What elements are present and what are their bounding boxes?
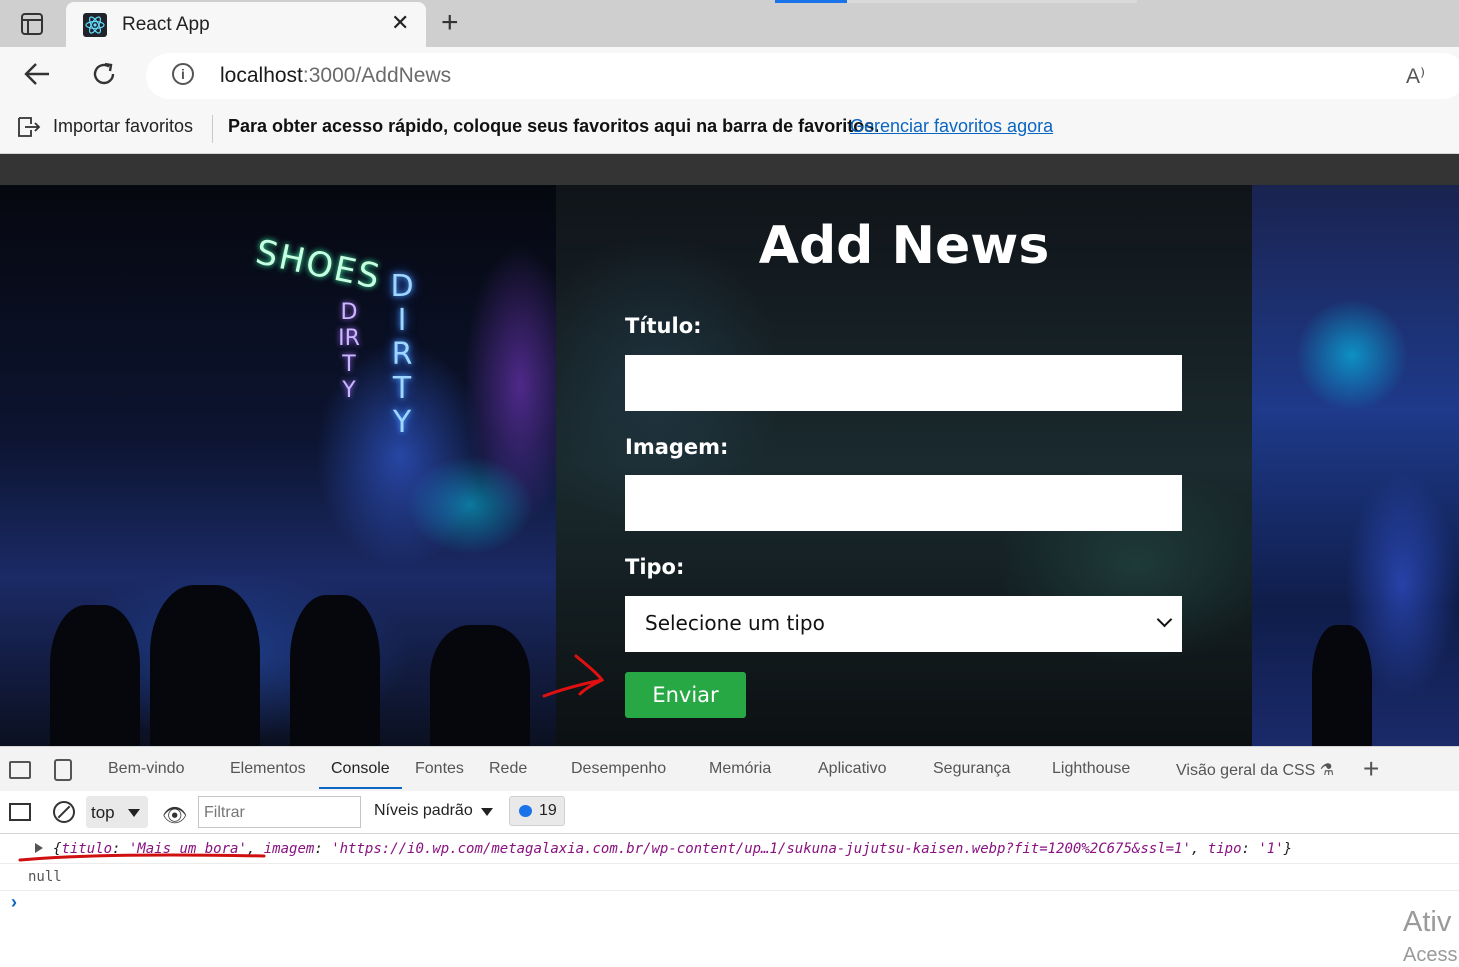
console-filter-input[interactable]: Filtrar [198,796,361,828]
tab-rede[interactable]: Rede [489,760,527,778]
tab-console[interactable]: Console [331,760,390,778]
neon-sign-dirty-secondary: DIRTY [338,300,360,403]
silhouette [150,585,260,746]
tab-desempenho[interactable]: Desempenho [571,760,666,778]
silhouette [50,605,140,746]
device-emulation-icon[interactable] [54,759,72,781]
tipo-select-value: Selecione um tipo [645,611,825,635]
context-selector[interactable]: top [86,796,148,828]
neon-sign-dirty: DIRTY [390,269,414,440]
background-image-left: SHOES DIRTY DIRTY [0,185,556,746]
log-value: 'https://i0.wp.com/metagalaxia.com.br/wp… [331,841,1191,857]
imagem-label: Imagem: [625,435,729,459]
page-header-bar [0,154,1459,185]
tab-elementos[interactable]: Elementos [230,760,306,778]
titulo-label: Título: [625,314,702,338]
live-expression-eye-icon[interactable]: 👁 [162,803,187,828]
site-info-icon[interactable]: i [172,63,194,85]
browser-tab[interactable]: React App ✕ [66,2,426,47]
tab-bem-vindo[interactable]: Bem-vindo [108,760,184,778]
silhouette [1312,625,1372,746]
inspect-element-icon[interactable] [9,761,31,779]
silhouette [430,625,530,746]
console-sidebar-icon[interactable] [9,803,31,821]
log-null-value: null [28,869,62,885]
tipo-label: Tipo: [625,555,685,579]
log-levels-dropdown[interactable]: Níveis padrão [374,802,473,820]
page-viewport: SHOES DIRTY DIRTY Add News Título: Image… [0,154,1459,746]
close-tab-icon[interactable]: ✕ [391,10,409,36]
tab-title: React App [122,14,210,35]
address-bar[interactable]: i localhost:3000/AddNews A⁾ [146,53,1459,99]
activation-watermark-sub: Acess [1403,944,1458,966]
loading-indicator [775,0,847,3]
navigation-bar: i localhost:3000/AddNews A⁾ [0,47,1459,105]
issues-count: 19 [539,802,557,819]
activation-watermark: Ativ [1403,906,1452,938]
chevron-down-icon [1156,611,1173,628]
tab-fontes[interactable]: Fontes [415,760,464,778]
manage-favorites-link[interactable]: Gerenciar favoritos agora [850,116,1053,137]
console-log-entry[interactable]: null [0,864,1459,891]
tab-memoria[interactable]: Memória [709,760,771,778]
annotation-underline [18,853,266,862]
divider [212,115,213,143]
more-tools-icon[interactable]: + [1363,753,1379,785]
reload-icon[interactable] [89,59,119,89]
log-key: imagem [263,841,315,857]
annotation-arrow [542,654,605,698]
active-tab-indicator [319,787,402,789]
url-path: :3000/AddNews [302,64,452,87]
page-title: Add News [758,216,1050,276]
background-image-right [1252,185,1459,746]
tab-actions-icon[interactable] [14,12,50,36]
silhouette [290,595,380,746]
message-icon [519,805,532,817]
import-favorites-button[interactable]: Importar favoritos [53,116,193,137]
brace: } [1283,841,1293,857]
tab-strip: React App ✕ + [0,0,1459,47]
titulo-input[interactable] [625,355,1182,411]
tab-seguranca[interactable]: Segurança [933,760,1010,778]
neon-sign-shoes: SHOES [252,232,385,298]
import-favorites-icon[interactable] [16,115,42,139]
new-tab-icon[interactable]: + [441,8,459,38]
tab-lighthouse[interactable]: Lighthouse [1052,760,1130,778]
imagem-input[interactable] [625,475,1182,531]
favorites-hint: Para obter acesso rápido, coloque seus f… [228,116,880,136]
url-host: localhost [220,64,303,87]
tab-css-overview[interactable]: Visão geral da CSS ⚗ [1176,760,1334,780]
devtools-panel: Bem-vindo Elementos Console Fontes Rede … [0,746,1459,967]
submit-button[interactable]: Enviar [625,672,746,718]
issues-counter[interactable]: 19 [509,796,565,826]
react-logo-icon [83,13,107,37]
console-prompt[interactable]: › [11,892,17,913]
console-toolbar: top 👁 Filtrar Níveis padrão 19 [0,791,1459,834]
caret-down-icon [481,808,493,816]
log-value: '1' [1258,841,1284,857]
devtools-tabs: Bem-vindo Elementos Console Fontes Rede … [0,746,1459,792]
caret-down-icon [128,809,140,817]
back-arrow-icon[interactable] [22,59,52,89]
read-aloud-icon[interactable]: A⁾ [1406,64,1425,89]
loading-track [847,0,1137,3]
tipo-select[interactable]: Selecione um tipo [625,596,1182,652]
url-text[interactable]: localhost:3000/AddNews [220,64,451,88]
log-key: tipo [1207,841,1242,857]
context-value: top [91,803,115,822]
favorites-bar: Importar favoritos Para obter acesso ráp… [0,105,1459,154]
tab-aplicativo[interactable]: Aplicativo [818,760,886,778]
